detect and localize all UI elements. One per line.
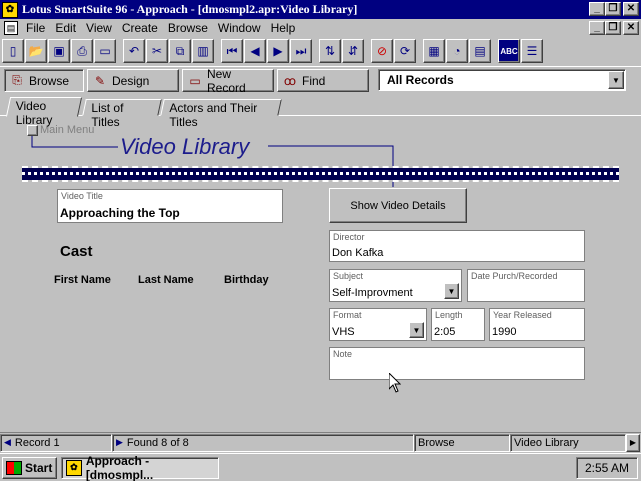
delete-record-icon[interactable]: ⊘ [371, 39, 393, 63]
doc-restore-button[interactable]: ❐ [605, 21, 621, 35]
menu-browse[interactable]: Browse [164, 21, 214, 35]
doc-minimize-button[interactable]: _ [589, 21, 605, 35]
taskbar-approach-item[interactable]: ✿ Approach - [dmosmpl... [61, 454, 219, 481]
form-title: Video Library [120, 134, 250, 159]
menu-edit[interactable]: Edit [51, 21, 82, 35]
first-record-icon[interactable]: ⏮ [221, 39, 243, 63]
date-purchased-field[interactable]: Date Purch/Recorded [467, 269, 585, 302]
new-record-button[interactable]: ▭ New Record [182, 67, 274, 95]
video-title-field[interactable]: Video Title Approaching the Top [57, 189, 283, 223]
start-button[interactable]: Start [2, 456, 57, 479]
refresh-icon[interactable]: ⟳ [394, 39, 416, 63]
year-released-field[interactable]: Year Released 1990 [489, 308, 585, 341]
save-icon[interactable]: ▣ [48, 39, 70, 63]
smarticons-palette-icon[interactable]: ☰ [521, 39, 543, 63]
new-file-icon[interactable]: ▯ [2, 39, 24, 63]
director-field[interactable]: Director Don Kafka [329, 230, 585, 262]
view-tabs: Video Library List of Titles Actors and … [0, 96, 641, 129]
sort-ascending-icon[interactable]: ⇅ [319, 39, 341, 63]
smarticon-toolbar: ▯ 📂 ▣ ⎙ ▭ ↶ ✂ ⧉ ▥ ⏮ ◀ ▶ ⏭ ⇅ ⇵ ⊘ ⟳ ▦ ◔ ▤ … [0, 37, 641, 65]
menu-view[interactable]: View [82, 21, 118, 35]
design-button[interactable]: ✎ Design [87, 69, 179, 92]
record-selector[interactable]: All Records ▼ [378, 69, 626, 91]
previous-arrow-icon: ◀ [4, 437, 11, 447]
status-bar: ◀ Record 1 ▶ Found 8 of 8 Browse Video L… [0, 432, 641, 452]
lotus-task-icon: ✿ [66, 459, 82, 476]
filmstrip-banner [22, 166, 619, 182]
status-view[interactable]: Video Library [510, 433, 626, 452]
status-record[interactable]: ◀ Record 1 [0, 433, 112, 452]
note-field[interactable]: Note [329, 347, 585, 380]
tab-list-of-titles[interactable]: List of Titles [82, 99, 162, 129]
doc-close-button[interactable]: ✕ [623, 21, 639, 35]
status-found[interactable]: ▶ Found 8 of 8 [112, 433, 414, 452]
format-dropdown-icon[interactable]: ▼ [409, 322, 424, 338]
show-all-icon[interactable]: ◔ [446, 39, 468, 63]
action-bar: ⎘ Browse ✎ Design ▭ New Record ꝏ Find Al… [0, 66, 641, 95]
menu-help[interactable]: Help [267, 21, 302, 35]
find-button[interactable]: ꝏ Find [277, 69, 369, 92]
last-record-icon[interactable]: ⏭ [290, 39, 312, 63]
cast-col-first-name: First Name [54, 274, 111, 286]
document-control-icon[interactable]: ▤ [4, 21, 18, 35]
find-records-icon[interactable]: ▦ [423, 39, 445, 63]
find-icon: ꝏ [283, 73, 297, 88]
browse-icon: ⎘ [12, 73, 22, 87]
spell-check-icon[interactable]: ▤ [469, 39, 491, 63]
taskbar-clock: 2:55 AM [576, 457, 638, 479]
restore-button[interactable]: ❐ [605, 2, 621, 16]
chevron-down-icon[interactable]: ▼ [608, 71, 624, 89]
subject-field[interactable]: Subject Self-Improvment ▼ [329, 269, 462, 302]
cast-heading: Cast [60, 243, 93, 260]
paste-icon[interactable]: ▥ [192, 39, 214, 63]
new-record-icon: ▭ [189, 73, 201, 88]
minimize-button[interactable]: _ [589, 2, 605, 16]
show-video-details-button[interactable]: Show Video Details [329, 188, 467, 223]
copy-icon[interactable]: ⧉ [169, 39, 191, 63]
browse-button[interactable]: ⎘ Browse [4, 69, 84, 92]
cast-col-last-name: Last Name [138, 274, 194, 286]
form-view: Main Menu Video Library Video Title Appr… [0, 117, 641, 431]
close-button[interactable]: ✕ [623, 2, 639, 16]
menu-file[interactable]: File [22, 21, 51, 35]
menu-window[interactable]: Window [214, 21, 267, 35]
windows-flag-icon [6, 460, 22, 475]
menu-create[interactable]: Create [118, 21, 164, 35]
undo-icon[interactable]: ↶ [123, 39, 145, 63]
cut-icon[interactable]: ✂ [146, 39, 168, 63]
subject-dropdown-icon[interactable]: ▼ [444, 283, 459, 299]
window-title: Lotus SmartSuite 96 - Approach - [dmosmp… [22, 2, 358, 16]
title-bar: ✿ Lotus SmartSuite 96 - Approach - [dmos… [0, 0, 641, 19]
print-icon[interactable]: ⎙ [71, 39, 93, 63]
menu-bar: ▤ File Edit View Create Browse Window He… [0, 19, 641, 37]
open-folder-icon[interactable]: 📂 [25, 39, 47, 63]
tab-actors-and-titles[interactable]: Actors and Their Titles [160, 99, 282, 129]
design-icon: ✎ [94, 73, 106, 88]
abc-spell-icon[interactable]: ABC [498, 39, 520, 63]
format-field[interactable]: Format VHS ▼ [329, 308, 427, 341]
record-selector-value: All Records [387, 73, 454, 87]
length-field[interactable]: Length 2:05 [431, 308, 485, 341]
preview-icon[interactable]: ▭ [94, 39, 116, 63]
status-mode[interactable]: Browse [414, 433, 510, 452]
title-connector-lines [31, 135, 394, 187]
cast-col-birthday: Birthday [224, 274, 269, 286]
sort-descending-icon[interactable]: ⇵ [342, 39, 364, 63]
taskbar: Start ✿ Approach - [dmosmpl... 2:55 AM [0, 453, 641, 481]
previous-record-icon[interactable]: ◀ [244, 39, 266, 63]
status-scroll-icon[interactable]: ▶ [626, 433, 640, 452]
mouse-pointer-icon [389, 373, 401, 393]
tab-video-library[interactable]: Video Library [5, 97, 83, 127]
lotus-app-icon[interactable]: ✿ [2, 1, 18, 18]
next-arrow-icon: ▶ [116, 437, 123, 447]
next-record-icon[interactable]: ▶ [267, 39, 289, 63]
